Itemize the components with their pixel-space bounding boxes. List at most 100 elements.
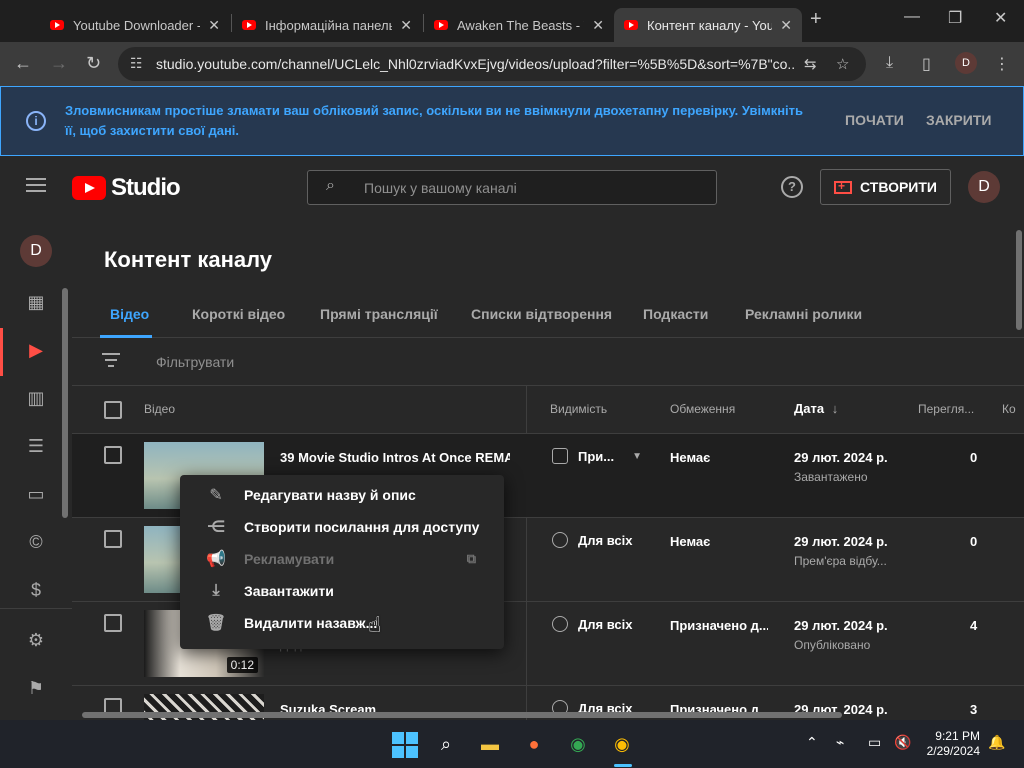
youtube-logo-icon xyxy=(72,176,106,200)
restore-icon[interactable]: ❐ xyxy=(948,8,962,28)
comments-icon[interactable]: ☰ xyxy=(24,434,48,458)
windows-taskbar: ⌕ ▬ ● ◉ ◉ ⌃ ⌁ ▭ 🔇 9:21 PM 2/29/2024 🔔 xyxy=(0,720,1024,768)
chevron-down-icon: ▼ xyxy=(632,450,643,462)
settings-icon[interactable]: ⚙ xyxy=(24,628,48,652)
studio-logo[interactable]: Studio xyxy=(72,174,181,202)
pencil-icon: ✎ xyxy=(209,487,223,504)
table-header: Відео Видимість Обмеження Дата ↓ Перегля… xyxy=(72,386,1024,434)
reload-icon[interactable]: ↻ xyxy=(86,53,101,74)
menu-item-share-link[interactable]: ⋲ Створити посилання для доступу xyxy=(180,511,504,543)
subtitles-icon[interactable]: ▭ xyxy=(24,482,48,506)
menu-item-delete[interactable]: 🗑 Видалити назавж... xyxy=(180,607,504,639)
horizontal-scrollbar[interactable] xyxy=(82,712,842,718)
taskbar-search-icon[interactable]: ⌕ xyxy=(430,728,462,760)
forward-icon[interactable]: → xyxy=(50,53,68,74)
youtube-favicon-icon xyxy=(242,20,256,30)
download-icon: ⤓ xyxy=(212,582,220,599)
address-bar[interactable]: ☷ studio.youtube.com/channel/UCLelc_Nhl0… xyxy=(118,47,866,81)
copyright-icon[interactable]: © xyxy=(24,530,48,554)
tray-chevron-up-icon[interactable]: ⌃ xyxy=(806,734,818,751)
sort-down-arrow-icon: ↓ xyxy=(831,401,839,416)
taskbar-clock[interactable]: 9:21 PM 2/29/2024 xyxy=(918,729,980,759)
url-text[interactable]: studio.youtube.com/channel/UCLelc_Nhl0zr… xyxy=(156,56,796,72)
select-all-checkbox[interactable] xyxy=(104,401,122,419)
tab-shorts[interactable]: Короткі відео xyxy=(192,306,285,322)
visibility-dropdown[interactable]: При... ▼ xyxy=(552,448,642,464)
channel-avatar[interactable]: D xyxy=(20,235,52,267)
tab-live[interactable]: Прямі трансляції xyxy=(320,306,438,322)
menu-item-download[interactable]: ⤓ Завантажити xyxy=(180,575,504,607)
tab-playlists[interactable]: Списки відтворення xyxy=(471,306,612,322)
video-duration: 0:12 xyxy=(226,657,258,673)
window-close-icon[interactable]: ✕ xyxy=(994,8,1007,28)
column-header-date[interactable]: Дата ↓ xyxy=(794,401,838,416)
date-status: Прем'єра відбу... xyxy=(794,554,887,568)
banner-start-button[interactable]: ПОЧАТИ xyxy=(845,112,904,128)
tab-podcasts[interactable]: Подкасти xyxy=(643,306,708,322)
earn-icon[interactable]: $ xyxy=(24,578,48,602)
tab-promotions[interactable]: Рекламні ролики xyxy=(745,306,862,322)
notification-bell-icon[interactable]: 🔔 xyxy=(988,734,1005,751)
content-icon[interactable]: ▶ xyxy=(24,338,48,362)
bookmark-star-icon[interactable]: ☆ xyxy=(836,55,849,73)
browser-tab-active[interactable]: Контент каналу - YouT ✕ xyxy=(614,8,802,42)
side-panel-icon[interactable]: ▯ xyxy=(922,54,931,74)
translate-icon[interactable]: ⇆ xyxy=(804,55,817,73)
browser-tab[interactable]: Інформаційна панель ✕ xyxy=(232,8,422,42)
site-settings-icon[interactable]: ☷ xyxy=(130,55,143,72)
filter-placeholder[interactable]: Фільтрувати xyxy=(156,354,234,370)
menu-kebab-icon[interactable]: ⋮ xyxy=(994,54,1010,74)
browser-tab[interactable]: Youtube Downloader - ✕ xyxy=(40,8,230,42)
main-scrollbar[interactable] xyxy=(1016,230,1022,330)
volume-muted-icon[interactable]: 🔇 xyxy=(894,734,911,751)
hamburger-menu-icon[interactable] xyxy=(26,178,46,192)
browser-profile-avatar[interactable]: D xyxy=(955,52,977,74)
firefox-icon[interactable]: ● xyxy=(518,728,550,760)
browser-tab[interactable]: Awaken The Beasts - Y ✕ xyxy=(424,8,614,42)
channel-search-input[interactable]: ⌕ Пошук у вашому каналі xyxy=(307,170,717,205)
menu-item-label: Створити посилання для доступу xyxy=(244,519,480,535)
new-tab-icon[interactable]: + xyxy=(810,8,822,31)
views-value: 0 xyxy=(970,534,978,549)
date-value: 29 лют. 2024 р. xyxy=(794,534,888,549)
minimize-icon[interactable]: — xyxy=(904,8,920,26)
close-icon[interactable]: ✕ xyxy=(780,17,792,34)
chrome-icon[interactable]: ◉ xyxy=(562,728,594,760)
filter-bar[interactable]: Фільтрувати xyxy=(72,338,1024,386)
dashboard-icon[interactable]: ▦ xyxy=(24,290,48,314)
menu-item-label: Видалити назавж... xyxy=(244,615,378,631)
private-lock-icon xyxy=(552,448,568,464)
back-icon[interactable]: ← xyxy=(14,53,32,74)
views-value: 3 xyxy=(970,702,978,717)
active-app-indicator xyxy=(614,764,632,767)
globe-icon xyxy=(552,532,568,548)
row-checkbox[interactable] xyxy=(104,446,122,464)
help-icon[interactable]: ? xyxy=(781,176,803,198)
close-icon[interactable]: ✕ xyxy=(208,17,220,34)
studio-logo-text: Studio xyxy=(111,174,181,201)
close-icon[interactable]: ✕ xyxy=(592,17,604,34)
share-icon: ⋲ xyxy=(206,519,226,536)
close-icon[interactable]: ✕ xyxy=(400,17,412,34)
create-button[interactable]: СТВОРИТИ xyxy=(820,169,951,205)
downloads-icon[interactable]: ⤓ xyxy=(886,54,893,72)
tab-videos[interactable]: Відео xyxy=(110,306,149,322)
banner-close-button[interactable]: ЗАКРИТИ xyxy=(926,112,991,128)
network-icon[interactable]: ⌁ xyxy=(836,734,844,751)
date-status: Завантажено xyxy=(794,470,868,484)
feedback-icon[interactable]: ⚑ xyxy=(24,676,48,700)
display-icon[interactable]: ▭ xyxy=(868,734,881,751)
column-header-comments: Ко xyxy=(1002,402,1016,416)
filter-icon[interactable] xyxy=(102,353,120,367)
row-checkbox[interactable] xyxy=(104,614,122,632)
sidebar-scrollbar[interactable] xyxy=(62,288,68,518)
row-checkbox[interactable] xyxy=(104,530,122,548)
analytics-icon[interactable]: ▥ xyxy=(24,386,48,410)
chrome-profile-icon[interactable]: ◉ xyxy=(606,728,638,760)
windows-start-icon[interactable] xyxy=(388,728,420,760)
menu-item-edit-title[interactable]: ✎ Редагувати назву й опис xyxy=(180,479,504,511)
column-header-date-label: Дата xyxy=(794,401,825,416)
file-explorer-icon[interactable]: ▬ xyxy=(474,728,506,760)
account-avatar[interactable]: D xyxy=(968,171,1000,203)
video-title[interactable]: 39 Movie Studio Intros At Once REMA... xyxy=(280,450,510,465)
